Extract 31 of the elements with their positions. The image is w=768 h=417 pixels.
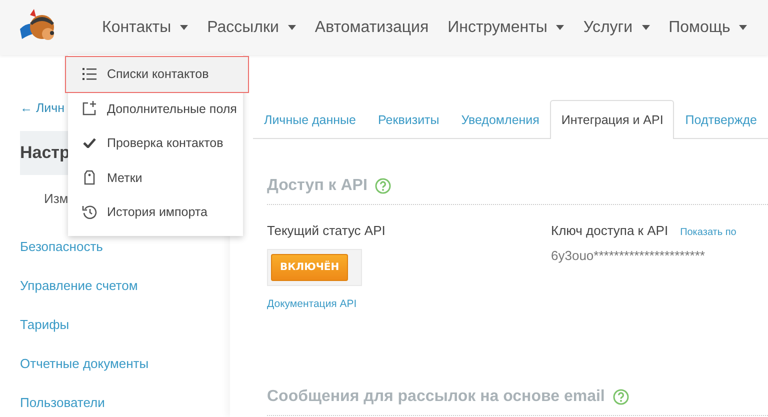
nav-menu-item[interactable]: Помощь xyxy=(668,18,758,36)
nav-menu-item[interactable]: Рассылки xyxy=(207,18,306,36)
section-title: Доступ к API xyxy=(267,177,368,195)
dropdown-menu-item[interactable]: Списки контактов xyxy=(66,57,248,92)
sidebar-link[interactable]: Безопасность xyxy=(20,239,230,257)
nav-menu-item[interactable]: Услуги xyxy=(583,18,660,36)
sidebar-link[interactable]: Пользователи xyxy=(20,395,230,413)
dropdown-menu-item[interactable]: История импорта xyxy=(68,195,243,230)
sidebar-link[interactable]: Управление счетом xyxy=(20,278,230,296)
tab[interactable]: Подтвержде xyxy=(674,100,768,138)
api-key-value: 6y3ouo********************** xyxy=(551,248,705,263)
section-title: Настр xyxy=(20,143,70,163)
dropdown-menu-item[interactable]: Дополнительные поля xyxy=(68,92,243,126)
back-link[interactable]: ← Личн xyxy=(20,101,65,119)
nav-menu-item[interactable]: Инструменты xyxy=(448,18,574,36)
nav-menu-item[interactable]: Контакты xyxy=(102,18,198,36)
tab[interactable]: Реквизиты xyxy=(367,100,450,138)
show-key-link[interactable]: Показать по xyxy=(680,227,736,238)
tab[interactable]: Личные данные xyxy=(253,100,367,138)
sidebar-link[interactable]: Тарифы xyxy=(20,317,230,335)
field-label: Ключ доступа к API xyxy=(551,223,668,238)
nav-menu-item[interactable]: Автоматизация xyxy=(314,18,439,36)
tab[interactable]: Уведомления xyxy=(450,100,550,138)
dropdown-menu-item[interactable]: Проверка контактов xyxy=(68,126,243,160)
tab[interactable]: Интеграция и API xyxy=(550,100,674,139)
status-button[interactable]: ВКЛЮЧЁН xyxy=(271,254,348,281)
dropdown-menu-item[interactable]: Метки xyxy=(68,160,243,195)
documentation-link[interactable]: Документация API xyxy=(267,298,357,310)
section-title: Сообщения для рассылок на основе email xyxy=(267,388,605,406)
field-label: Текущий статус API xyxy=(267,223,386,238)
sidebar-link[interactable]: Отчетные документы xyxy=(20,356,230,374)
